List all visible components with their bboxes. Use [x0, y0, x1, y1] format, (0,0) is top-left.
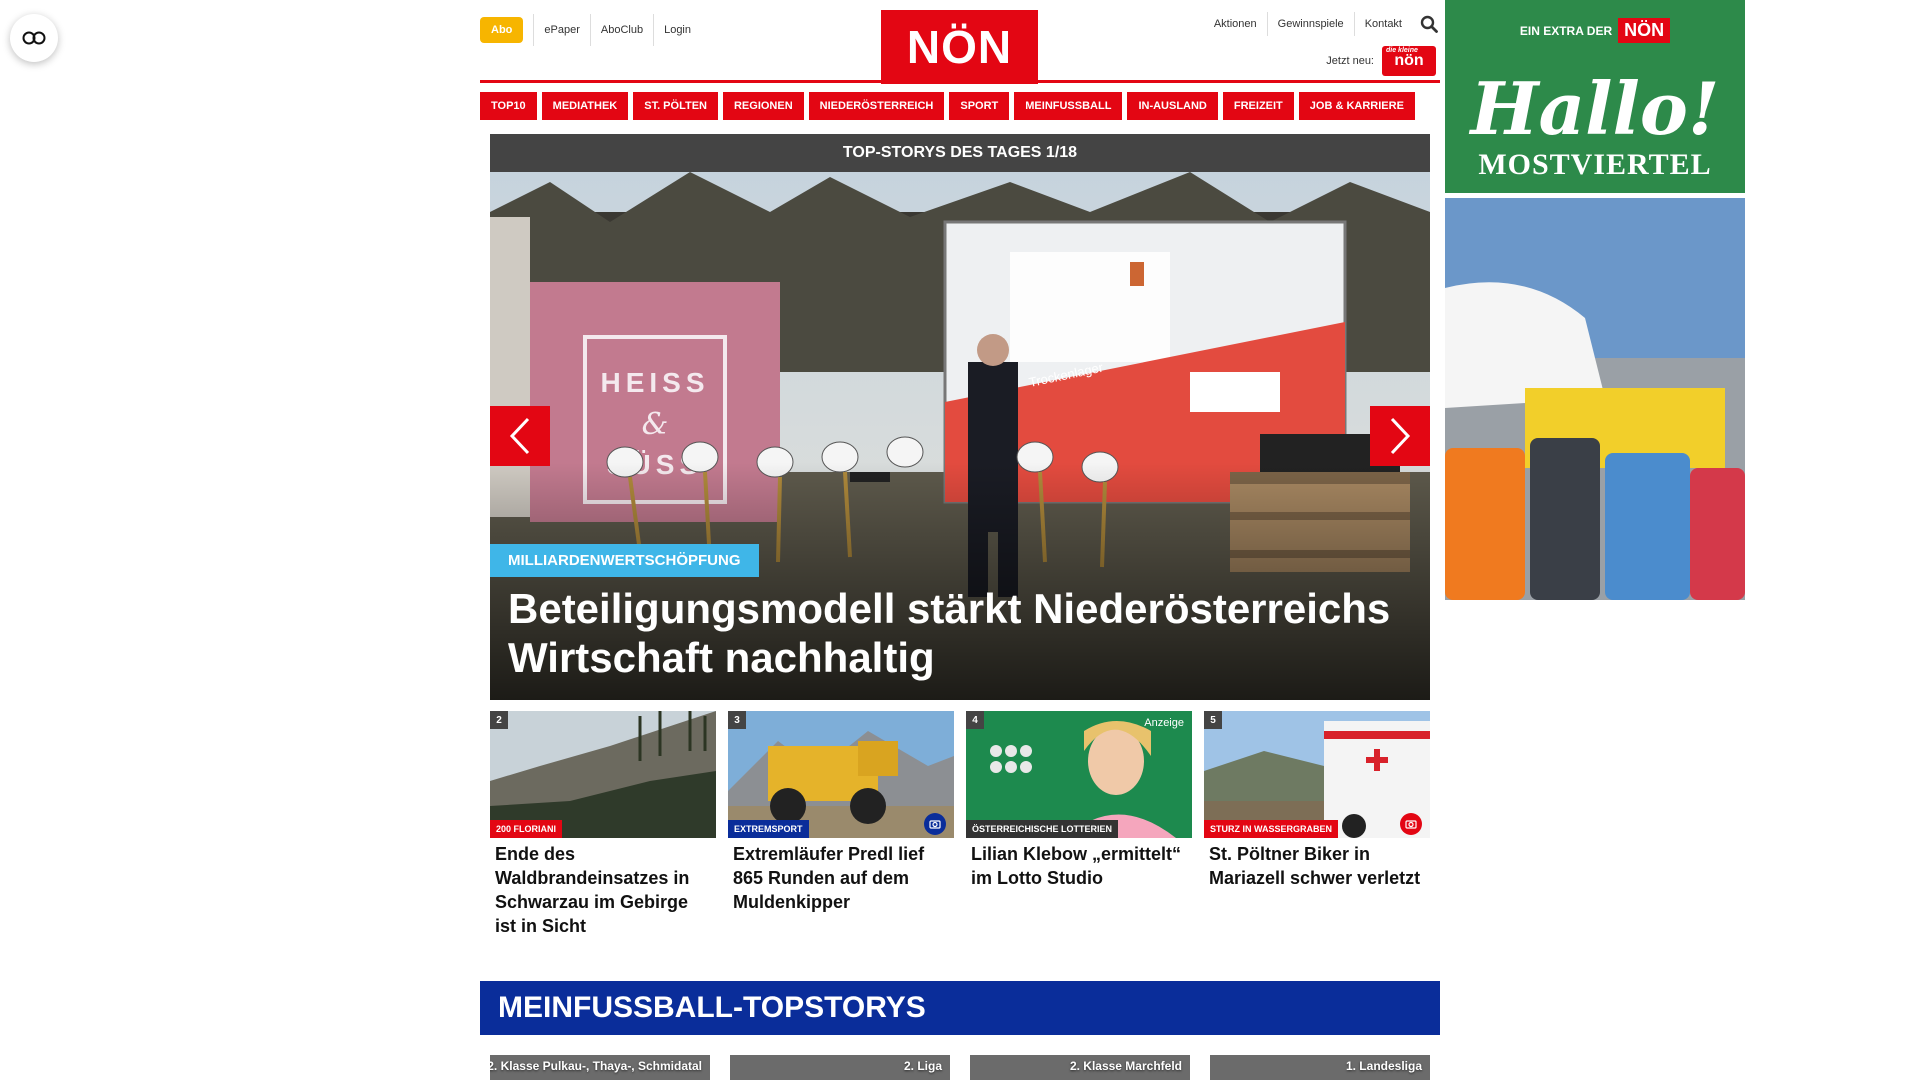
meinfussball-card[interactable]: 2. Klasse Pulkau-, Thaya-, Schmidatal: [490, 1055, 710, 1080]
story-category-tag[interactable]: EXTREMSPORT: [728, 820, 809, 838]
kleine-noen-badge[interactable]: die kleine nön: [1382, 46, 1436, 76]
main-nav: TOP10 MEDIATHEK ST. PÖLTEN REGIONEN NIED…: [480, 80, 1440, 120]
meinfussball-heading[interactable]: MEINFUSSBALL-TOPSTORYS: [480, 981, 1440, 1035]
story-rank: 4: [966, 711, 984, 729]
meinfussball-card[interactable]: 2. Liga: [730, 1055, 950, 1080]
hero-next-button[interactable]: [1370, 406, 1430, 466]
nav-job-karriere[interactable]: JOB & KARRIERE: [1298, 92, 1415, 120]
nav-freizeit[interactable]: FREIZEIT: [1222, 92, 1294, 120]
meinfussball-card[interactable]: 2. Klasse Marchfeld: [970, 1055, 1190, 1080]
search-icon[interactable]: [1418, 13, 1440, 35]
meinfussball-card[interactable]: 1. Landesliga: [1210, 1055, 1430, 1080]
story-image: 2 200 FLORIANI: [490, 711, 716, 838]
top-stories-heading: TOP-STORYS DES TAGES 1/18: [490, 134, 1430, 172]
chevron-right-icon: [1390, 417, 1411, 455]
nav-sport[interactable]: SPORT: [949, 92, 1010, 120]
story-headline[interactable]: Extremläufer Predl lief 865 Runden auf d…: [728, 838, 954, 914]
story-image: 3 EXTREMSPORT: [728, 711, 954, 838]
story-category-tag[interactable]: ÖSTERREICHISCHE LOTTERIEN: [966, 820, 1119, 838]
league-label: 1. Landesliga: [1345, 1059, 1422, 1073]
accessibility-button[interactable]: [10, 14, 58, 62]
story-category-tag[interactable]: STURZ IN WASSERGRABEN: [1204, 820, 1339, 838]
abo-button[interactable]: Abo: [480, 17, 524, 43]
page-container: Abo ePaper AboClub Login NÖN Aktionen Ge…: [480, 0, 1440, 1080]
ad-region-text: MOSTVIERTEL: [1478, 148, 1712, 181]
chevron-left-icon: [509, 417, 530, 455]
story-card[interactable]: 4 Anzeige ÖSTERREICHISCHE LOTTERIEN Lili…: [966, 711, 1192, 938]
story-category-tag[interactable]: 200 FLORIANI: [490, 820, 563, 838]
meinfussball-cards: 2. Klasse Pulkau-, Thaya-, Schmidatal 2.…: [490, 1055, 1430, 1080]
hero-category-tag[interactable]: MILLIARDENWERTSCHÖPFUNG: [490, 544, 759, 577]
story-headline[interactable]: Ende des Waldbrandeinsatzes in Schwarzau…: [490, 838, 716, 938]
ad-noen-logo: NÖN: [1618, 18, 1671, 43]
story-card[interactable]: 3 EXTREMSPORT Extremläufer Predl lief 86…: [728, 711, 954, 938]
ad-airport-image[interactable]: [1445, 198, 1745, 600]
hero-slide[interactable]: HEISS & SÜSS Trockenlager: [490, 172, 1430, 700]
story-headline[interactable]: St. Pöltner Biker in Mariazell schwer ve…: [1204, 838, 1430, 890]
anzeige-label: Anzeige: [1144, 717, 1184, 729]
jetzt-neu-label: Jetzt neu:: [1326, 55, 1374, 67]
hero-prev-button[interactable]: [490, 406, 550, 466]
story-rank: 3: [728, 711, 746, 729]
top-left-links: Abo ePaper AboClub Login: [480, 14, 701, 46]
nav-st-poelten[interactable]: ST. PÖLTEN: [633, 92, 718, 120]
camera-icon: [1400, 813, 1422, 835]
aktionen-link[interactable]: Aktionen: [1204, 12, 1267, 36]
ad-hallo-text: Hallo!: [1470, 66, 1720, 151]
top-right-links: Aktionen Gewinnspiele Kontakt: [1204, 12, 1440, 36]
league-label: 2. Klasse Pulkau-, Thaya-, Schmidatal: [490, 1059, 702, 1073]
camera-icon: [924, 813, 946, 835]
site-header: Abo ePaper AboClub Login NÖN Aktionen Ge…: [480, 0, 1440, 86]
league-label: 2. Liga: [903, 1059, 942, 1073]
badge-small-text: die kleine: [1386, 47, 1418, 54]
nav-regionen[interactable]: REGIONEN: [722, 92, 804, 120]
league-label: 2. Klasse Marchfeld: [1069, 1059, 1182, 1073]
jetzt-neu-promo: Jetzt neu: die kleine nön: [1326, 46, 1436, 76]
story-card[interactable]: 2 200 FLORIANI Ende des Waldbrandeinsatz…: [490, 711, 716, 938]
glasses-icon: [22, 31, 46, 45]
nav-meinfussball[interactable]: MEINFUSSBALL: [1014, 92, 1123, 120]
story-headline[interactable]: Lilian Klebow „ermittelt“ im Lotto Studi…: [966, 838, 1192, 890]
ad-extra-line: EIN EXTRA DER NÖN: [1445, 18, 1745, 43]
nav-mediathek[interactable]: MEDIATHEK: [541, 92, 629, 120]
kontakt-link[interactable]: Kontakt: [1353, 12, 1412, 36]
nav-niederoesterreich[interactable]: NIEDERÖSTERREICH: [808, 92, 945, 120]
login-link[interactable]: Login: [653, 14, 701, 46]
site-logo[interactable]: NÖN: [881, 10, 1038, 84]
story-rank: 5: [1204, 711, 1222, 729]
story-image: 4 Anzeige ÖSTERREICHISCHE LOTTERIEN: [966, 711, 1192, 838]
ad-hallo-mostviertel[interactable]: EIN EXTRA DER NÖN Hallo! MOSTVIERTEL: [1445, 0, 1745, 193]
badge-text: nön: [1394, 52, 1424, 69]
hero-headline[interactable]: Beteiligungsmodell stärkt Niederösterrei…: [508, 584, 1410, 682]
epaper-link[interactable]: ePaper: [533, 14, 589, 46]
story-cards: 2 200 FLORIANI Ende des Waldbrandeinsatz…: [490, 711, 1430, 938]
aboclub-link[interactable]: AboClub: [589, 14, 653, 46]
ad-extra-text: EIN EXTRA DER: [1519, 23, 1613, 38]
nav-top10[interactable]: TOP10: [480, 92, 537, 120]
story-image: 5 STURZ IN WASSERGRABEN: [1204, 711, 1430, 838]
story-card[interactable]: 5 STURZ IN WASSERGRABEN St. Pöltner Bike…: [1204, 711, 1430, 938]
gewinnspiele-link[interactable]: Gewinnspiele: [1266, 12, 1354, 36]
nav-in-ausland[interactable]: IN-AUSLAND: [1127, 92, 1218, 120]
story-rank: 2: [490, 711, 508, 729]
